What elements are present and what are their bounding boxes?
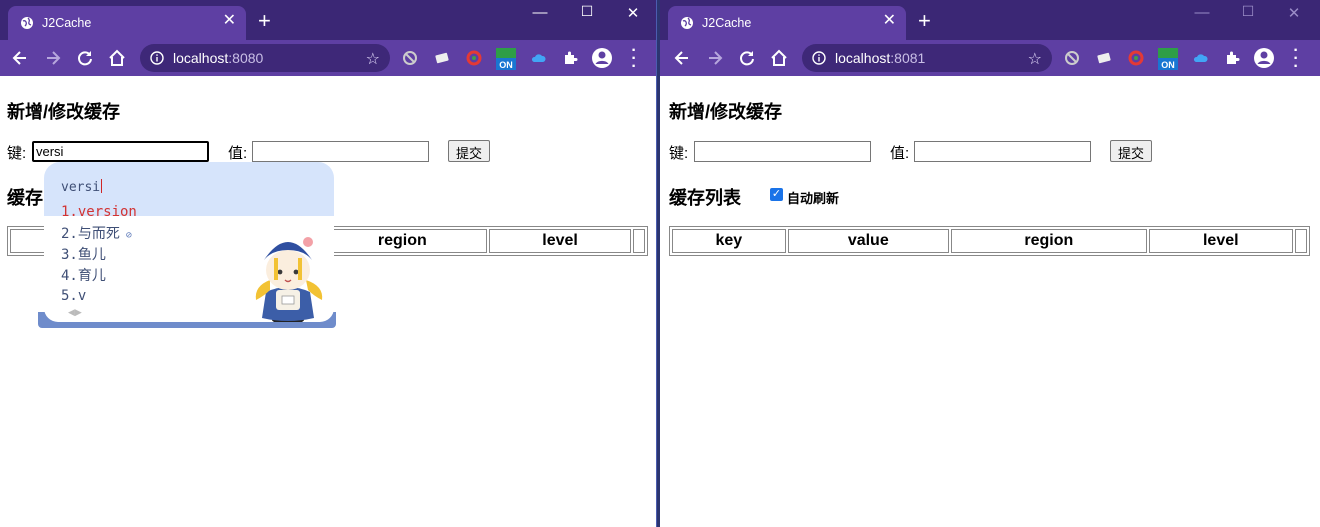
browser-window-right: J2Cache ✕ + — ☐ ✕ localhost:8081 ☆ ON · ·… xyxy=(660,0,1320,527)
info-icon[interactable] xyxy=(150,51,164,65)
table-header-value: value xyxy=(787,229,949,253)
table-header-empty xyxy=(632,229,645,253)
page-content: 新增/修改缓存 键: 值: 提交 缓存列表 ✓ 自动刷新 key value r… xyxy=(660,76,1320,527)
home-icon[interactable] xyxy=(769,48,789,68)
tab-close-icon[interactable]: ✕ xyxy=(223,13,236,29)
tab-title: J2Cache xyxy=(702,16,752,30)
profile-icon[interactable] xyxy=(591,47,613,69)
home-icon[interactable] xyxy=(107,48,127,68)
info-icon[interactable] xyxy=(812,51,826,65)
ime-candidate-5[interactable]: 5.v xyxy=(61,288,86,304)
new-tab-icon[interactable]: + xyxy=(918,10,931,32)
value-label: 值: xyxy=(228,145,248,162)
table-header-level: level xyxy=(1148,229,1293,253)
key-input[interactable] xyxy=(694,141,871,162)
form-title: 新增/修改缓存 xyxy=(669,102,783,122)
ime-mascot-image xyxy=(255,237,323,322)
address-bar[interactable]: localhost:8080 ☆ xyxy=(140,44,390,72)
extension-on-badge-icon[interactable]: ON xyxy=(496,48,516,70)
tab-title: J2Cache xyxy=(42,16,92,30)
forward-arrow-icon[interactable] xyxy=(43,48,63,68)
value-input[interactable] xyxy=(914,141,1091,162)
table-header-region: region xyxy=(317,229,488,253)
extension-on-badge-icon[interactable]: ON xyxy=(1158,48,1178,70)
cloud-icon[interactable] xyxy=(1192,50,1208,66)
maximize-icon[interactable]: ☐ xyxy=(1238,3,1258,20)
tab-close-icon[interactable]: ✕ xyxy=(883,13,896,29)
forward-arrow-icon[interactable] xyxy=(705,48,725,68)
browser-tab[interactable]: J2Cache ✕ xyxy=(8,6,246,40)
profile-icon[interactable] xyxy=(1253,47,1275,69)
close-window-icon[interactable]: ✕ xyxy=(1284,4,1304,22)
table-header-key: key xyxy=(672,229,786,253)
auto-refresh-checkbox[interactable]: ✓ xyxy=(770,188,783,201)
maximize-icon[interactable]: ☐ xyxy=(577,3,597,20)
table-header-region: region xyxy=(950,229,1147,253)
star-icon[interactable]: ☆ xyxy=(1028,49,1042,69)
puzzle-icon[interactable] xyxy=(562,50,578,66)
key-input[interactable] xyxy=(32,141,209,162)
title-bar: J2Cache ✕ + — ☐ ✕ xyxy=(660,0,1320,40)
ime-page-arrows-icon[interactable]: ◀▶ xyxy=(68,307,82,318)
svg-text:ON: ON xyxy=(1161,60,1175,70)
extension-window-icon[interactable] xyxy=(434,50,450,66)
browser-toolbar: localhost:8081 ☆ ON · · · xyxy=(660,40,1320,76)
back-arrow-icon[interactable] xyxy=(10,48,30,68)
ime-candidate-4[interactable]: 4.育儿 xyxy=(61,265,106,285)
table-header-level: level xyxy=(489,229,631,253)
value-input[interactable] xyxy=(252,141,429,162)
extension-red-ring-icon[interactable] xyxy=(466,50,482,66)
ime-candidate-2[interactable]: 2.与而死 ⊘ xyxy=(61,223,132,243)
extension-grey-icon[interactable] xyxy=(1064,50,1080,66)
cloud-icon[interactable] xyxy=(530,50,546,66)
ime-candidate-1[interactable]: 1.version xyxy=(61,204,137,220)
submit-button[interactable]: 提交 xyxy=(1110,140,1153,162)
ime-card: versi 1.version 2.与而死 ⊘ 3.鱼儿 4.育儿 5.v ◀▶ xyxy=(44,162,334,322)
title-bar: J2Cache ✕ + — ☐ ✕ xyxy=(0,0,656,40)
reload-icon[interactable] xyxy=(737,48,757,68)
form-title: 新增/修改缓存 xyxy=(7,102,121,122)
browser-window-left: J2Cache ✕ + — ☐ ✕ localhost:8080 ☆ ON · ·… xyxy=(0,0,657,527)
ime-candidate-3[interactable]: 3.鱼儿 xyxy=(61,244,106,264)
key-label: 键: xyxy=(7,145,27,162)
star-icon[interactable]: ☆ xyxy=(366,49,380,69)
svg-text:ON: ON xyxy=(499,60,513,70)
browser-tab[interactable]: J2Cache ✕ xyxy=(668,6,906,40)
ime-composition-text: versi xyxy=(61,180,101,195)
cache-table: key value region level xyxy=(669,226,1310,256)
menu-dots-icon[interactable]: · · · xyxy=(629,43,639,75)
submit-button[interactable]: 提交 xyxy=(448,140,491,162)
key-label: 键: xyxy=(669,145,689,162)
puzzle-icon[interactable] xyxy=(1224,50,1240,66)
auto-refresh-label: 自动刷新 xyxy=(787,191,840,206)
globe-icon xyxy=(681,17,693,29)
extension-grey-icon[interactable] xyxy=(402,50,418,66)
reload-icon[interactable] xyxy=(75,48,95,68)
browser-toolbar: localhost:8080 ☆ ON · · · xyxy=(0,40,656,76)
new-tab-icon[interactable]: + xyxy=(258,10,271,32)
menu-dots-icon[interactable]: · · · xyxy=(1291,43,1301,75)
ime-candidate-popup: versi 1.version 2.与而死 ⊘ 3.鱼儿 4.育儿 5.v ◀▶ xyxy=(38,162,336,328)
close-window-icon[interactable]: ✕ xyxy=(623,4,643,22)
url-text: localhost:8080 xyxy=(173,50,264,66)
address-bar[interactable]: localhost:8081 ☆ xyxy=(802,44,1052,72)
globe-icon xyxy=(21,17,33,29)
cache-list-title: 缓存列表 xyxy=(669,188,741,208)
back-arrow-icon[interactable] xyxy=(672,48,692,68)
table-header-empty xyxy=(1294,229,1307,253)
minimize-icon[interactable]: — xyxy=(530,4,550,21)
value-label: 值: xyxy=(890,145,910,162)
extension-window-icon[interactable] xyxy=(1096,50,1112,66)
extension-red-ring-icon[interactable] xyxy=(1128,50,1144,66)
minimize-icon[interactable]: — xyxy=(1192,4,1212,21)
url-text: localhost:8081 xyxy=(835,50,926,66)
